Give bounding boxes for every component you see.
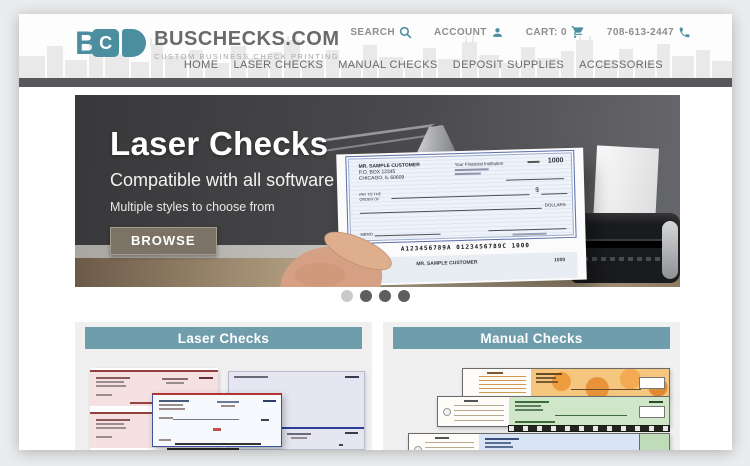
screenshot-canvas: B C BUSCHECKS.COM CUSTOM BUSINESS CHECK … — [0, 0, 750, 466]
check-number: 1000 — [547, 157, 564, 165]
hero-banner: MR. SAMPLE CUSTOMER P.O. BOX 12345 CHICA… — [75, 95, 680, 287]
site-header: B C BUSCHECKS.COM CUSTOM BUSINESS CHECK … — [19, 14, 732, 78]
hero-subtitle-2: Multiple styles to choose from — [110, 200, 275, 214]
search-label: SEARCH — [350, 26, 395, 38]
carousel-dots — [19, 290, 732, 302]
phone-icon — [679, 27, 690, 37]
carousel-dot-1[interactable] — [341, 290, 353, 302]
nav-deposit-supplies[interactable]: DEPOSIT SUPPLIES — [453, 59, 564, 71]
hero-title: Laser Checks — [110, 125, 329, 162]
search-link[interactable]: SEARCH — [350, 26, 412, 39]
carousel-dot-4[interactable] — [398, 290, 410, 302]
micr-marks — [167, 448, 239, 450]
nav-home[interactable]: HOME — [184, 59, 219, 71]
check-bank-name: Your Financial Institution — [454, 160, 504, 168]
cart-label: CART: 0 — [525, 26, 567, 38]
logo-letter-c: C — [92, 29, 120, 57]
stub-number: 1000 — [554, 257, 566, 264]
printer-body — [571, 213, 680, 283]
logo-text: BUSCHECKS.COM CUSTOM BUSINESS CHECK PRIN… — [154, 26, 339, 61]
manual-checks-card[interactable]: Manual Checks — [383, 322, 680, 450]
nav-accessories[interactable]: ACCESSORIES — [579, 59, 663, 71]
logo-blob-shape — [122, 29, 147, 57]
account-link[interactable]: ACCOUNT — [434, 26, 504, 39]
laser-checks-card[interactable]: Laser Checks — [75, 322, 372, 450]
check-dollars-label: DOLLARS — [544, 202, 566, 208]
check-pay-label-2: ORDER OF — [359, 196, 380, 202]
browse-button[interactable]: BROWSE — [110, 227, 217, 255]
hero-copy: Laser Checks Compatible with all softwar… — [110, 125, 334, 255]
green-manual-check — [437, 396, 670, 427]
laser-checks-image — [75, 349, 372, 450]
webpage: B C BUSCHECKS.COM CUSTOM BUSINESS CHECK … — [19, 14, 732, 450]
manual-checks-card-title[interactable]: Manual Checks — [393, 327, 670, 349]
main-nav: HOME LASER CHECKS MANUAL CHECKS DEPOSIT … — [184, 59, 663, 71]
header-divider-bar — [19, 78, 732, 87]
cart-link[interactable]: CART: 0 — [526, 25, 585, 39]
site-name: BUSCHECKS.COM — [154, 28, 340, 50]
check-currency-sign: $ — [535, 186, 540, 194]
hero-subtitle: Compatible with all software — [110, 170, 335, 190]
logo-mark: B C — [75, 26, 147, 60]
laser-checks-card-title[interactable]: Laser Checks — [85, 327, 362, 349]
carousel-dot-3[interactable] — [379, 290, 391, 302]
phone-number: 708-613-2447 — [606, 26, 674, 38]
blue-manual-check — [408, 433, 670, 450]
account-icon — [492, 27, 502, 37]
search-icon — [399, 26, 412, 38]
manual-checks-image — [383, 349, 680, 450]
account-label: ACCOUNT — [433, 26, 487, 38]
carousel-dot-2[interactable] — [360, 290, 372, 302]
check-payer-addr2: CHICAGO, IL 60609 — [358, 174, 405, 182]
nav-laser-checks[interactable]: LASER CHECKS — [233, 59, 323, 71]
orange-manual-check — [462, 368, 670, 398]
utility-bar: SEARCH ACCOUNT CART: 0 708-613-2447 — [350, 25, 691, 39]
green-check-binding — [508, 425, 670, 432]
blue-check — [152, 393, 282, 447]
cart-icon — [571, 26, 584, 38]
nav-manual-checks[interactable]: MANUAL CHECKS — [338, 59, 438, 71]
phone-link[interactable]: 708-613-2447 — [607, 26, 691, 39]
site-logo[interactable]: B C BUSCHECKS.COM CUSTOM BUSINESS CHECK … — [75, 26, 340, 61]
